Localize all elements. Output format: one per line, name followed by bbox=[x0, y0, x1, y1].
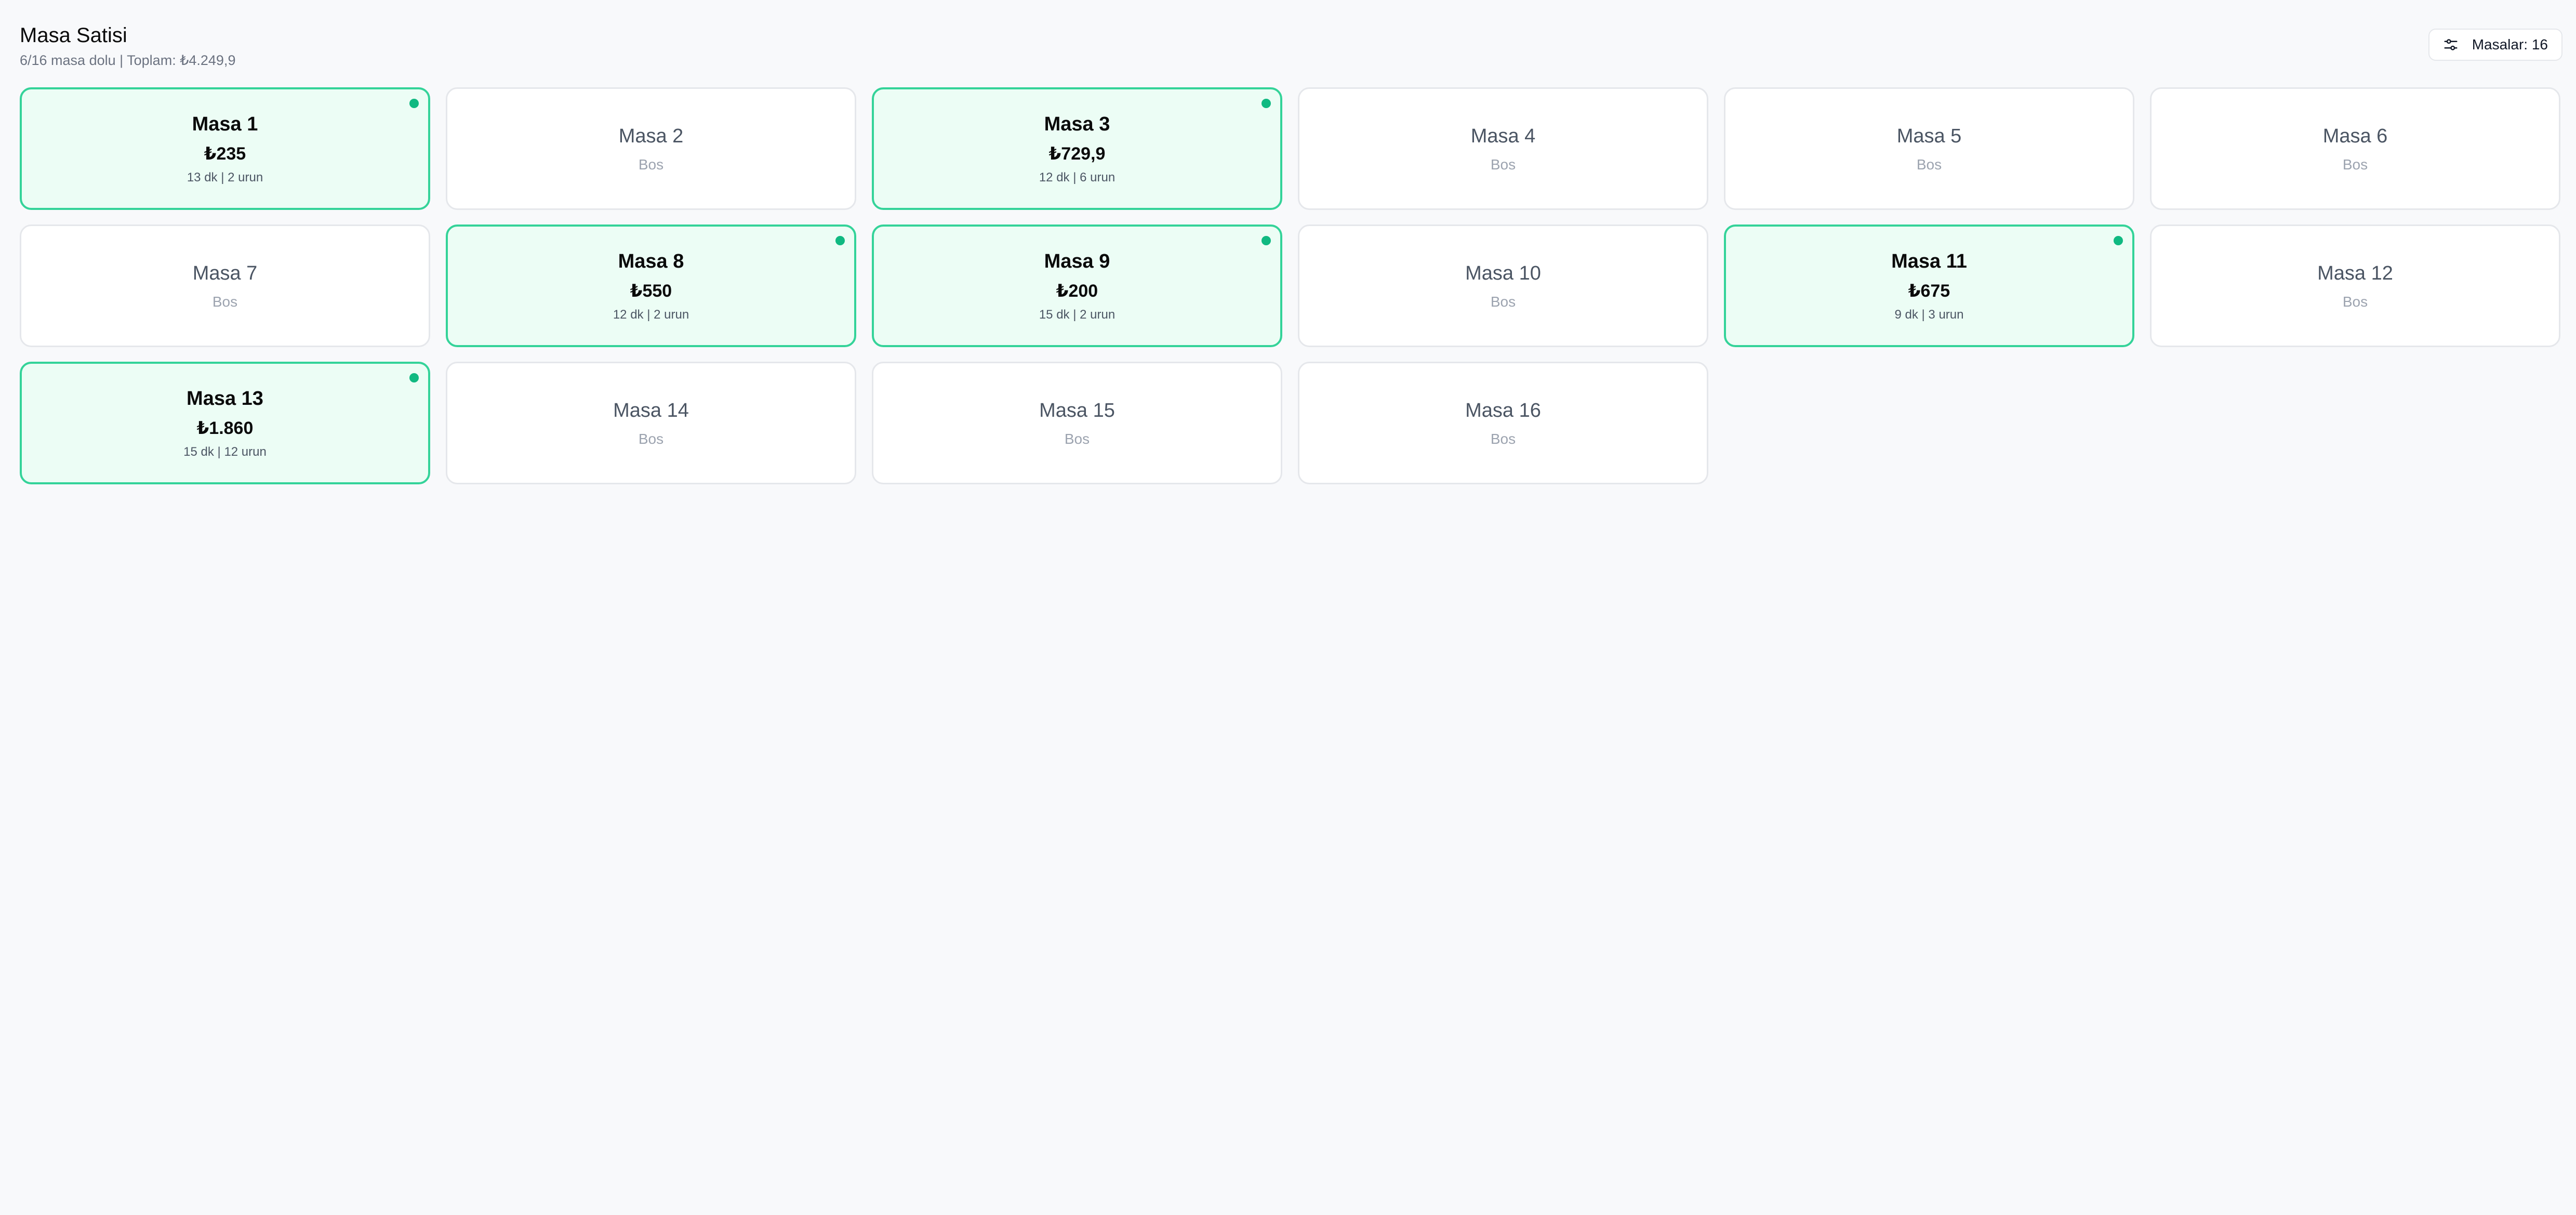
table-card[interactable]: Masa 16 Bos bbox=[1298, 362, 1708, 484]
table-name: Masa 16 bbox=[1465, 400, 1541, 421]
table-duration-items: 9 dk | 3 urun bbox=[1894, 308, 1964, 322]
table-total-amount: ₺200 bbox=[1056, 281, 1098, 301]
table-total-amount: ₺1.860 bbox=[196, 418, 254, 438]
table-name: Masa 5 bbox=[1896, 125, 1962, 147]
table-total-amount: ₺235 bbox=[204, 144, 246, 164]
table-empty-status: Bos bbox=[1064, 431, 1090, 447]
table-total-amount: ₺550 bbox=[630, 281, 672, 301]
table-name: Masa 7 bbox=[192, 262, 258, 284]
table-card[interactable]: Masa 9 ₺200 15 dk | 2 urun bbox=[872, 224, 1282, 347]
table-card[interactable]: Masa 5 Bos bbox=[1724, 87, 2134, 210]
table-empty-status: Bos bbox=[2342, 294, 2368, 310]
table-empty-status: Bos bbox=[1490, 431, 1516, 447]
table-card[interactable]: Masa 8 ₺550 12 dk | 2 urun bbox=[446, 224, 856, 347]
table-empty-status: Bos bbox=[1490, 294, 1516, 310]
occupied-status-dot-icon bbox=[835, 236, 845, 245]
table-name: Masa 3 bbox=[1044, 113, 1110, 135]
table-card[interactable]: Masa 6 Bos bbox=[2150, 87, 2560, 210]
table-name: Masa 14 bbox=[613, 400, 689, 421]
table-empty-status: Bos bbox=[2342, 156, 2368, 173]
table-name: Masa 9 bbox=[1044, 250, 1110, 272]
table-card[interactable]: Masa 2 Bos bbox=[446, 87, 856, 210]
sliders-icon bbox=[2443, 37, 2459, 52]
table-name: Masa 13 bbox=[187, 388, 263, 410]
table-card[interactable]: Masa 3 ₺729,9 12 dk | 6 urun bbox=[872, 87, 1282, 210]
occupied-status-dot-icon bbox=[1262, 236, 1271, 245]
table-card[interactable]: Masa 15 Bos bbox=[872, 362, 1282, 484]
table-card[interactable]: Masa 1 ₺235 13 dk | 2 urun bbox=[20, 87, 430, 210]
page-header: Masa Satisi 6/16 masa dolu | Toplam: ₺4.… bbox=[20, 21, 2562, 88]
table-duration-items: 12 dk | 6 urun bbox=[1039, 170, 1116, 184]
table-count-label: Masalar: 16 bbox=[2472, 36, 2548, 52]
table-name: Masa 15 bbox=[1039, 400, 1115, 421]
table-name: Masa 10 bbox=[1465, 262, 1541, 284]
table-name: Masa 2 bbox=[618, 125, 684, 147]
occupied-status-dot-icon bbox=[2114, 236, 2123, 245]
table-empty-status: Bos bbox=[638, 431, 664, 447]
page-title: Masa Satisi bbox=[20, 24, 127, 47]
table-card[interactable]: Masa 13 ₺1.860 15 dk | 12 urun bbox=[20, 362, 430, 484]
occupied-status-dot-icon bbox=[409, 373, 419, 382]
table-name: Masa 4 bbox=[1470, 125, 1536, 147]
table-card[interactable]: Masa 7 Bos bbox=[20, 224, 430, 347]
table-card[interactable]: Masa 11 ₺675 9 dk | 3 urun bbox=[1724, 224, 2134, 347]
table-card[interactable]: Masa 12 Bos bbox=[2150, 224, 2560, 347]
table-name: Masa 11 bbox=[1891, 250, 1967, 272]
table-duration-items: 15 dk | 2 urun bbox=[1039, 308, 1116, 322]
table-duration-items: 12 dk | 2 urun bbox=[613, 308, 689, 322]
table-name: Masa 12 bbox=[2317, 262, 2393, 284]
table-name: Masa 1 bbox=[192, 113, 258, 135]
table-empty-status: Bos bbox=[1490, 156, 1516, 173]
page-subtitle: 6/16 masa dolu | Toplam: ₺4.249,9 bbox=[20, 52, 236, 68]
table-total-amount: ₺675 bbox=[1908, 281, 1950, 301]
table-total-amount: ₺729,9 bbox=[1048, 144, 1106, 164]
table-empty-status: Bos bbox=[1916, 156, 1942, 173]
table-card[interactable]: Masa 10 Bos bbox=[1298, 224, 1708, 347]
table-card[interactable]: Masa 4 Bos bbox=[1298, 87, 1708, 210]
table-card[interactable]: Masa 14 Bos bbox=[446, 362, 856, 484]
table-sales-page: Masa Satisi 6/16 masa dolu | Toplam: ₺4.… bbox=[20, 21, 2562, 484]
occupied-status-dot-icon bbox=[1262, 99, 1271, 108]
table-duration-items: 15 dk | 12 urun bbox=[183, 445, 267, 459]
table-grid: Masa 1 ₺235 13 dk | 2 urun Masa 2 Bos Masa 3 ₺… bbox=[20, 87, 2560, 484]
table-count-button[interactable]: Masalar: 16 bbox=[2428, 29, 2562, 61]
table-name: Masa 8 bbox=[618, 250, 684, 272]
table-name: Masa 6 bbox=[2322, 125, 2388, 147]
occupied-status-dot-icon bbox=[409, 99, 419, 108]
table-empty-status: Bos bbox=[638, 156, 664, 173]
table-empty-status: Bos bbox=[212, 294, 238, 310]
table-duration-items: 13 dk | 2 urun bbox=[187, 170, 263, 184]
